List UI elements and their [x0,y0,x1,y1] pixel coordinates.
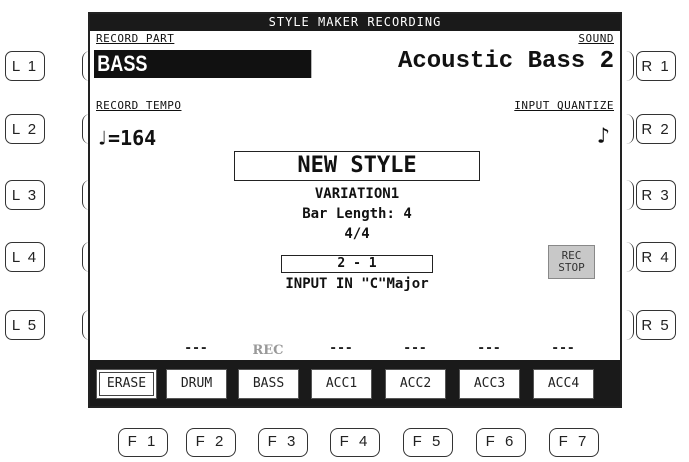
record-part-value[interactable]: BASS [94,50,312,78]
l5-button[interactable]: L 5 [5,310,45,340]
bar-length-text: Bar Length: 4 [302,206,412,222]
r5-button[interactable]: R 5 [636,310,676,340]
sound-value[interactable]: Acoustic Bass 2 [398,48,614,75]
record-tempo-label: RECORD TEMPO [96,99,182,112]
acc2-status: --- [403,341,427,356]
sound-label: SOUND [578,32,614,45]
r1-bracket [626,51,634,81]
drum-status: --- [184,341,208,356]
f1-key[interactable]: F 1 [118,428,168,457]
r2-bracket [626,114,634,144]
record-part-label: RECORD PART [96,32,175,45]
input-quantize-label: INPUT QUANTIZE [514,99,614,112]
acc1-status: --- [329,341,353,356]
bass-status: REC [252,343,284,358]
bass-track-button[interactable]: BASS [238,369,299,399]
acc2-track-button[interactable]: ACC2 [385,369,446,399]
acc4-track-button[interactable]: ACC4 [533,369,594,399]
variation-text: VARIATION1 [314,186,400,202]
f4-key[interactable]: F 4 [330,428,380,457]
l4-button[interactable]: L 4 [5,242,45,272]
acc3-status: --- [477,341,501,356]
style-name: NEW STYLE [234,151,480,181]
r4-button[interactable]: R 4 [636,242,676,272]
f3-key[interactable]: F 3 [258,428,308,457]
quantize-note-icon[interactable]: ♪ [597,124,610,149]
lcd-screen: STYLE MAKER RECORDING RECORD PART BASS S… [88,12,622,408]
l1-button[interactable]: L 1 [5,51,45,81]
r2-button[interactable]: R 2 [636,114,676,144]
screen-title: STYLE MAKER RECORDING [90,14,620,31]
f6-key[interactable]: F 6 [476,428,526,457]
f7-key[interactable]: F 7 [549,428,599,457]
erase-button[interactable]: ERASE [96,369,157,399]
tempo-value[interactable]: ♩=164 [96,126,156,150]
l3-button[interactable]: L 3 [5,180,45,210]
f2-key[interactable]: F 2 [186,428,236,457]
r5-bracket [626,310,634,340]
drum-track-button[interactable]: DRUM [166,369,227,399]
acc3-track-button[interactable]: ACC3 [459,369,520,399]
position-display: 2 - 1 [281,255,433,273]
r4-bracket [626,242,634,272]
r1-button[interactable]: R 1 [636,51,676,81]
rec-stop-button[interactable]: REC STOP [548,245,595,279]
r3-button[interactable]: R 3 [636,180,676,210]
input-key-text: INPUT IN "C"Major [285,276,429,292]
acc4-status: --- [551,341,575,356]
acc1-track-button[interactable]: ACC1 [311,369,372,399]
f5-key[interactable]: F 5 [403,428,453,457]
rec-stop-line2: STOP [558,261,585,274]
time-signature-text: 4/4 [344,226,370,242]
r3-bracket [626,180,634,210]
l2-button[interactable]: L 2 [5,114,45,144]
